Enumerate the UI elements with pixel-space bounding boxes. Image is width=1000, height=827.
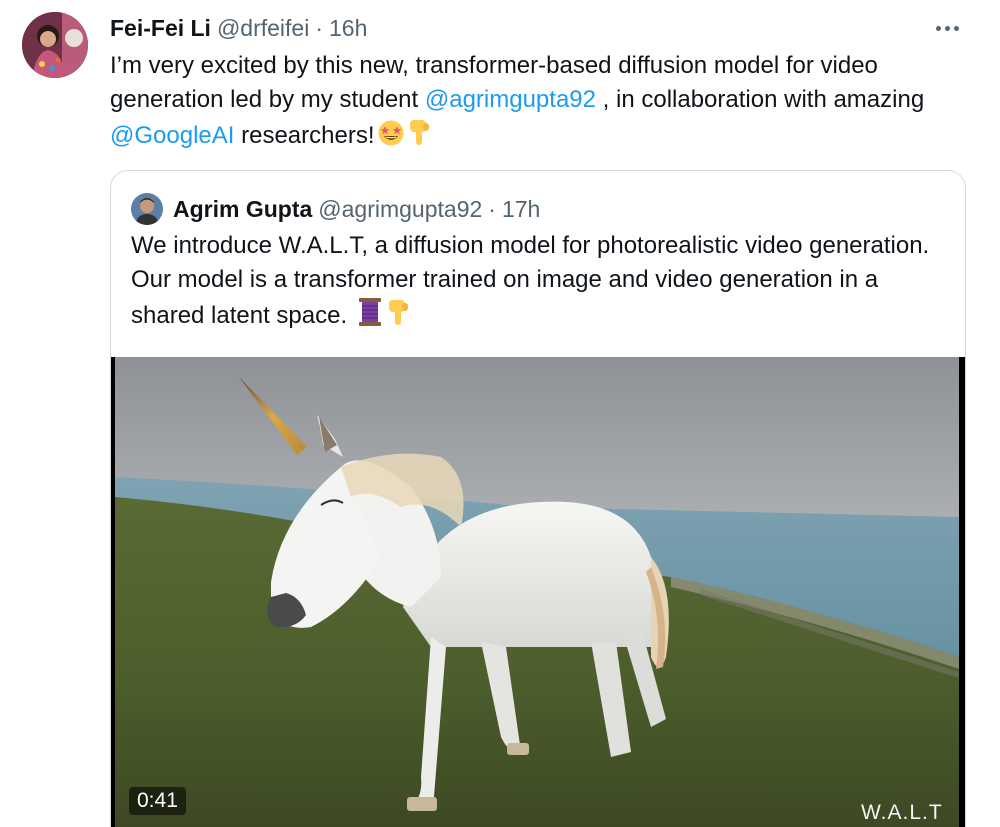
quote-timestamp[interactable]: 17h [502,196,540,223]
quoted-tweet-card[interactable]: Agrim Gupta @agrimgupta92 · 17h We intro… [110,170,966,827]
thread-spool-emoji-icon [356,297,384,337]
more-options-icon[interactable] [928,16,966,40]
quote-author-handle[interactable]: @agrimgupta92 [318,196,482,223]
quote-header: Agrim Gupta @agrimgupta92 · 17h [131,193,540,225]
avatar-image [22,12,88,78]
author-name[interactable]: Fei-Fei Li [110,15,211,42]
quote-author-name[interactable]: Agrim Gupta [173,196,312,223]
video-duration-badge: 0:41 [129,787,186,815]
tweet-timestamp[interactable]: 16h [329,15,367,42]
quote-text-body: We introduce W.A.L.T, a diffusion model … [131,232,930,329]
pointing-down-emoji-icon [407,117,433,157]
tweet-header: Fei-Fei Li @drfeifei · 16h [110,15,367,45]
tweet-text-part: researchers! [234,122,375,149]
quote-text: We introduce W.A.L.T, a diffusion model … [131,229,931,337]
mention-link[interactable]: @GoogleAI [110,122,234,149]
separator-dot: · [488,195,496,222]
video-frame-unicorn [111,357,965,827]
author-handle[interactable]: @drfeifei [217,15,309,42]
mention-link[interactable]: @agrimgupta92 [425,86,596,113]
pointing-down-emoji-icon [386,297,412,337]
author-avatar[interactable] [22,12,88,78]
tweet-text: I’m very excited by this new, transforme… [110,49,970,157]
separator-dot: · [315,15,324,41]
quote-author-avatar[interactable] [131,193,163,225]
tweet-text-part: , in collaboration with amazing [596,86,925,113]
star-struck-emoji-icon [377,119,405,157]
video-watermark: W.A.L.T [861,801,943,824]
video-player[interactable]: 0:41 W.A.L.T [111,357,965,827]
